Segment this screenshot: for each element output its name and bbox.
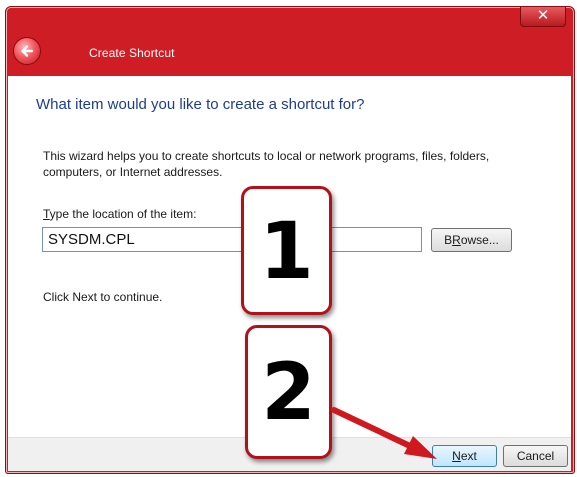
pointer-arrow — [331, 407, 437, 459]
